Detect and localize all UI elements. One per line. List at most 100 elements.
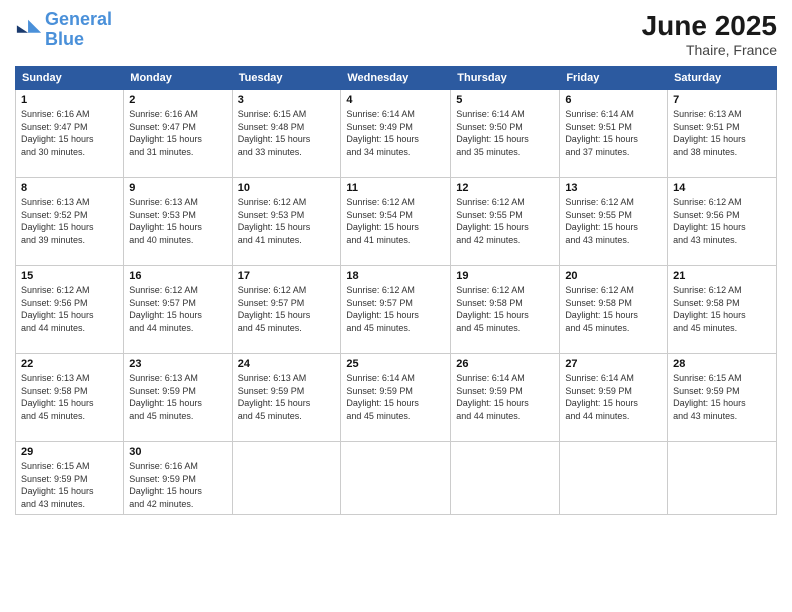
calendar-cell: 8Sunrise: 6:13 AM Sunset: 9:52 PM Daylig… bbox=[16, 178, 124, 266]
logo-icon bbox=[15, 16, 43, 44]
day-detail: Sunrise: 6:13 AM Sunset: 9:51 PM Dayligh… bbox=[673, 108, 771, 158]
month-year: June 2025 bbox=[642, 10, 777, 42]
calendar-cell: 18Sunrise: 6:12 AM Sunset: 9:57 PM Dayli… bbox=[341, 266, 451, 354]
day-header-wednesday: Wednesday bbox=[341, 67, 451, 90]
calendar-cell: 9 Sunrise: 6:13 AM Sunset: 9:53 PM Daylig… bbox=[124, 178, 232, 266]
day-header-saturday: Saturday bbox=[668, 67, 777, 90]
calendar-cell: 16 Sunrise: 6:12 AM Sunset: 9:57 PM Dayli… bbox=[124, 266, 232, 354]
day-header-sunday: Sunday bbox=[16, 67, 124, 90]
calendar-cell bbox=[560, 442, 668, 515]
day-number: 4 bbox=[346, 94, 445, 106]
calendar-cell: 28 Sunrise: 6:15 AM Sunset: 9:59 PM Dayli… bbox=[668, 354, 777, 442]
day-detail: Sunrise: 6:12 AM Sunset: 9:56 PM Dayligh… bbox=[673, 196, 771, 246]
day-number: 20 bbox=[565, 270, 662, 282]
day-number: 8 bbox=[21, 182, 118, 194]
calendar-cell: 1 Sunrise: 6:16 AM Sunset: 9:47 PM Daylig… bbox=[16, 90, 124, 178]
calendar-cell: 29Sunrise: 6:15 AM Sunset: 9:59 PM Dayli… bbox=[16, 442, 124, 515]
day-number: 23 bbox=[129, 358, 226, 370]
calendar-body: 1 Sunrise: 6:16 AM Sunset: 9:47 PM Daylig… bbox=[16, 90, 777, 515]
day-detail: Sunrise: 6:15 AM Sunset: 9:59 PM Dayligh… bbox=[673, 372, 771, 422]
day-detail: Sunrise: 6:12 AM Sunset: 9:57 PM Dayligh… bbox=[129, 284, 226, 334]
day-detail: Sunrise: 6:13 AM Sunset: 9:59 PM Dayligh… bbox=[129, 372, 226, 422]
day-detail: Sunrise: 6:12 AM Sunset: 9:54 PM Dayligh… bbox=[346, 196, 445, 246]
day-number: 22 bbox=[21, 358, 118, 370]
calendar-cell: 14Sunrise: 6:12 AM Sunset: 9:56 PM Dayli… bbox=[668, 178, 777, 266]
calendar-cell: 7 Sunrise: 6:13 AM Sunset: 9:51 PM Daylig… bbox=[668, 90, 777, 178]
day-number: 24 bbox=[238, 358, 336, 370]
calendar-cell: 12 Sunrise: 6:12 AM Sunset: 9:55 PM Dayli… bbox=[451, 178, 560, 266]
day-number: 10 bbox=[238, 182, 336, 194]
calendar-cell: 10 Sunrise: 6:12 AM Sunset: 9:53 PM Dayli… bbox=[232, 178, 341, 266]
day-detail: Sunrise: 6:14 AM Sunset: 9:59 PM Dayligh… bbox=[456, 372, 554, 422]
day-number: 3 bbox=[238, 94, 336, 106]
day-number: 30 bbox=[129, 446, 226, 458]
day-detail: Sunrise: 6:12 AM Sunset: 9:57 PM Dayligh… bbox=[346, 284, 445, 334]
day-detail: Sunrise: 6:12 AM Sunset: 9:58 PM Dayligh… bbox=[673, 284, 771, 334]
calendar-header: SundayMondayTuesdayWednesdayThursdayFrid… bbox=[16, 67, 777, 90]
header: General Blue June 2025 Thaire, France bbox=[15, 10, 777, 58]
calendar-cell: 20 Sunrise: 6:12 AM Sunset: 9:58 PM Dayli… bbox=[560, 266, 668, 354]
calendar-cell bbox=[232, 442, 341, 515]
day-number: 7 bbox=[673, 94, 771, 106]
calendar-cell: 2 Sunrise: 6:16 AM Sunset: 9:47 PM Daylig… bbox=[124, 90, 232, 178]
day-detail: Sunrise: 6:14 AM Sunset: 9:59 PM Dayligh… bbox=[346, 372, 445, 422]
day-header-monday: Monday bbox=[124, 67, 232, 90]
day-detail: Sunrise: 6:12 AM Sunset: 9:53 PM Dayligh… bbox=[238, 196, 336, 246]
day-detail: Sunrise: 6:13 AM Sunset: 9:53 PM Dayligh… bbox=[129, 196, 226, 246]
day-number: 25 bbox=[346, 358, 445, 370]
day-detail: Sunrise: 6:16 AM Sunset: 9:47 PM Dayligh… bbox=[129, 108, 226, 158]
calendar-cell bbox=[668, 442, 777, 515]
day-number: 11 bbox=[346, 182, 445, 194]
calendar-cell: 6Sunrise: 6:14 AM Sunset: 9:51 PM Daylig… bbox=[560, 90, 668, 178]
day-detail: Sunrise: 6:14 AM Sunset: 9:49 PM Dayligh… bbox=[346, 108, 445, 158]
calendar-cell: 30 Sunrise: 6:16 AM Sunset: 9:59 PM Dayli… bbox=[124, 442, 232, 515]
week-row: 29Sunrise: 6:15 AM Sunset: 9:59 PM Dayli… bbox=[16, 442, 777, 515]
day-detail: Sunrise: 6:12 AM Sunset: 9:55 PM Dayligh… bbox=[565, 196, 662, 246]
calendar-cell: 13 Sunrise: 6:12 AM Sunset: 9:55 PM Dayli… bbox=[560, 178, 668, 266]
week-row: 8Sunrise: 6:13 AM Sunset: 9:52 PM Daylig… bbox=[16, 178, 777, 266]
day-number: 19 bbox=[456, 270, 554, 282]
calendar: SundayMondayTuesdayWednesdayThursdayFrid… bbox=[15, 66, 777, 515]
day-number: 29 bbox=[21, 446, 118, 458]
week-row: 1 Sunrise: 6:16 AM Sunset: 9:47 PM Daylig… bbox=[16, 90, 777, 178]
calendar-cell bbox=[341, 442, 451, 515]
day-number: 13 bbox=[565, 182, 662, 194]
day-number: 17 bbox=[238, 270, 336, 282]
day-detail: Sunrise: 6:16 AM Sunset: 9:47 PM Dayligh… bbox=[21, 108, 118, 158]
calendar-cell: 22 Sunrise: 6:13 AM Sunset: 9:58 PM Dayli… bbox=[16, 354, 124, 442]
day-detail: Sunrise: 6:16 AM Sunset: 9:59 PM Dayligh… bbox=[129, 460, 226, 510]
location: Thaire, France bbox=[642, 42, 777, 58]
day-number: 15 bbox=[21, 270, 118, 282]
day-number: 16 bbox=[129, 270, 226, 282]
day-detail: Sunrise: 6:12 AM Sunset: 9:55 PM Dayligh… bbox=[456, 196, 554, 246]
day-number: 27 bbox=[565, 358, 662, 370]
calendar-cell: 26 Sunrise: 6:14 AM Sunset: 9:59 PM Dayli… bbox=[451, 354, 560, 442]
calendar-cell: 27 Sunrise: 6:14 AM Sunset: 9:59 PM Dayli… bbox=[560, 354, 668, 442]
day-detail: Sunrise: 6:14 AM Sunset: 9:51 PM Dayligh… bbox=[565, 108, 662, 158]
calendar-cell: 19 Sunrise: 6:12 AM Sunset: 9:58 PM Dayli… bbox=[451, 266, 560, 354]
calendar-cell: 23 Sunrise: 6:13 AM Sunset: 9:59 PM Dayli… bbox=[124, 354, 232, 442]
day-header-friday: Friday bbox=[560, 67, 668, 90]
day-header-tuesday: Tuesday bbox=[232, 67, 341, 90]
day-number: 2 bbox=[129, 94, 226, 106]
week-row: 15Sunrise: 6:12 AM Sunset: 9:56 PM Dayli… bbox=[16, 266, 777, 354]
day-number: 26 bbox=[456, 358, 554, 370]
day-number: 1 bbox=[21, 94, 118, 106]
calendar-cell: 4 Sunrise: 6:14 AM Sunset: 9:49 PM Daylig… bbox=[341, 90, 451, 178]
day-detail: Sunrise: 6:13 AM Sunset: 9:58 PM Dayligh… bbox=[21, 372, 118, 422]
logo-text: General Blue bbox=[45, 10, 112, 50]
calendar-cell: 3Sunrise: 6:15 AM Sunset: 9:48 PM Daylig… bbox=[232, 90, 341, 178]
calendar-cell: 21 Sunrise: 6:12 AM Sunset: 9:58 PM Dayli… bbox=[668, 266, 777, 354]
day-detail: Sunrise: 6:12 AM Sunset: 9:57 PM Dayligh… bbox=[238, 284, 336, 334]
calendar-cell: 5Sunrise: 6:14 AM Sunset: 9:50 PM Daylig… bbox=[451, 90, 560, 178]
day-detail: Sunrise: 6:12 AM Sunset: 9:58 PM Dayligh… bbox=[565, 284, 662, 334]
calendar-cell: 25 Sunrise: 6:14 AM Sunset: 9:59 PM Dayli… bbox=[341, 354, 451, 442]
day-number: 21 bbox=[673, 270, 771, 282]
day-detail: Sunrise: 6:14 AM Sunset: 9:50 PM Dayligh… bbox=[456, 108, 554, 158]
day-number: 9 bbox=[129, 182, 226, 194]
day-detail: Sunrise: 6:12 AM Sunset: 9:58 PM Dayligh… bbox=[456, 284, 554, 334]
day-number: 28 bbox=[673, 358, 771, 370]
day-detail: Sunrise: 6:14 AM Sunset: 9:59 PM Dayligh… bbox=[565, 372, 662, 422]
day-number: 12 bbox=[456, 182, 554, 194]
calendar-cell: 11 Sunrise: 6:12 AM Sunset: 9:54 PM Dayli… bbox=[341, 178, 451, 266]
